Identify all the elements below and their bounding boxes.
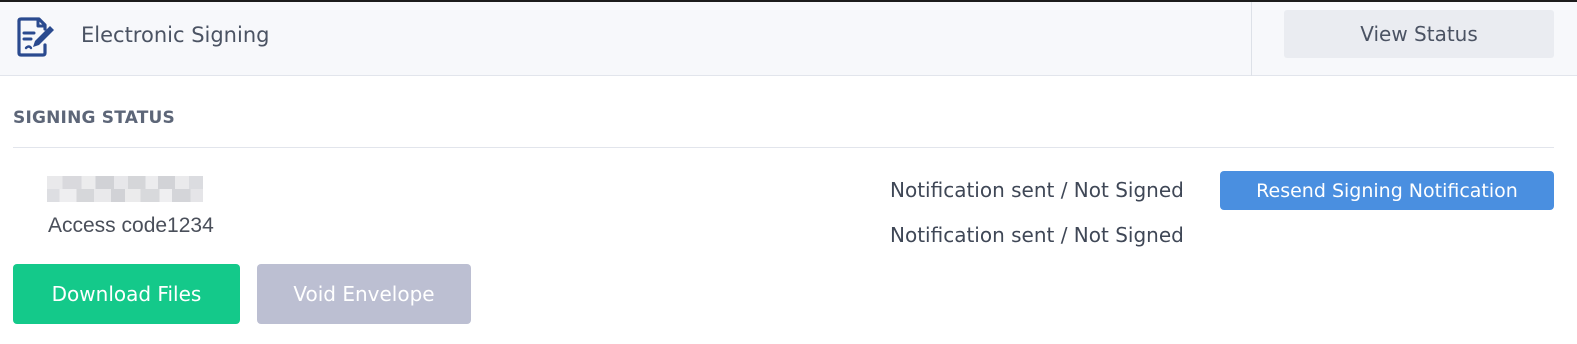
- page-header: Electronic Signing View Status: [0, 2, 1577, 76]
- access-code-text: Access code1234: [48, 214, 214, 237]
- view-status-button[interactable]: View Status: [1284, 10, 1554, 58]
- section-divider: [13, 147, 1554, 148]
- void-envelope-button[interactable]: Void Envelope: [257, 264, 471, 324]
- download-files-button[interactable]: Download Files: [13, 264, 240, 324]
- redacted-signer-name: [47, 176, 203, 202]
- section-title: SIGNING STATUS: [13, 108, 175, 128]
- document-sign-icon: [17, 17, 54, 57]
- signing-status-text: Notification sent / Not Signed: [890, 178, 1184, 202]
- signing-status-text: Notification sent / Not Signed: [890, 223, 1184, 247]
- header-divider: [1251, 2, 1252, 76]
- resend-notification-button[interactable]: Resend Signing Notification: [1220, 171, 1554, 210]
- page-title: Electronic Signing: [81, 23, 270, 47]
